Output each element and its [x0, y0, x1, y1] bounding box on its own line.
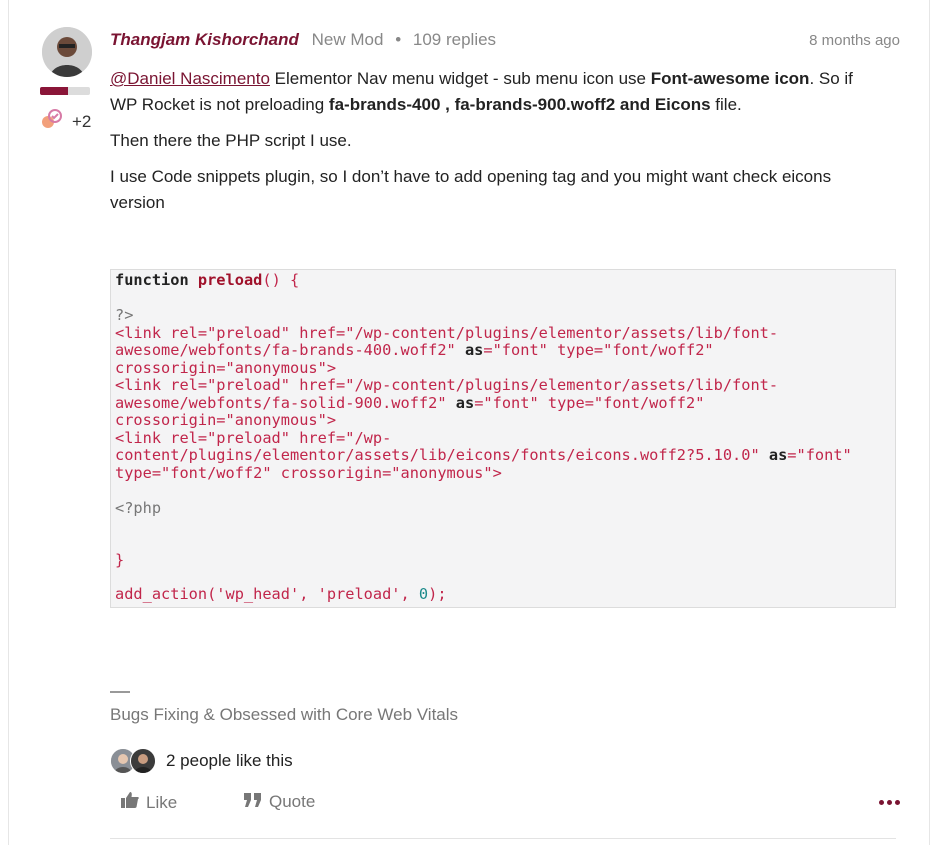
code-token: function: [115, 271, 198, 289]
bold-text: Font-awesome icon: [650, 69, 810, 88]
reputation-fill: [40, 87, 68, 95]
code-token: as: [455, 394, 475, 412]
code-line: ?>: [115, 306, 134, 324]
likes-summary[interactable]: 2 people like this: [110, 748, 293, 774]
code-token: awesome/webfonts/fa-brands-400.woff2": [115, 341, 465, 359]
liker-avatar[interactable]: [130, 748, 156, 774]
post-paragraph: I use Code snippets plugin, so I don’t h…: [110, 167, 832, 212]
code-line: <link rel="preload" href="/wp-content/pl…: [115, 324, 779, 342]
post-actions: Like Quote: [110, 792, 900, 818]
liker-avatars[interactable]: [110, 748, 156, 774]
code-token: ="font": [787, 446, 852, 464]
badges[interactable]: +2: [40, 108, 91, 135]
code-line: type="font/woff2" crossorigin="anonymous…: [115, 464, 502, 482]
reputation-bar: [40, 87, 90, 95]
code-token: awesome/webfonts/fa-solid-900.woff2": [115, 394, 456, 412]
code-line: crossorigin="anonymous">: [115, 411, 337, 429]
divider: [110, 838, 896, 839]
code-line: <link rel="preload" href="/wp-content/pl…: [115, 376, 779, 394]
quote-icon: [244, 792, 262, 812]
code-token: content/plugins/elementor/assets/lib/eic…: [115, 446, 769, 464]
code-line: <link rel="preload" href="/wp-: [115, 429, 392, 447]
code-token: preload: [197, 271, 263, 289]
author-role: New Mod: [311, 30, 384, 49]
code-token: as: [768, 446, 788, 464]
user-mention-link[interactable]: @Daniel Nascimento: [110, 69, 270, 88]
text: Elementor Nav menu widget - sub menu ico…: [269, 69, 651, 88]
post-header: Thangjam Kishorchand New Mod • 109 repli…: [110, 30, 900, 54]
text: file.: [710, 95, 742, 114]
code-block[interactable]: function preload() { ?> <link rel="prelo…: [110, 269, 896, 608]
author-replies-count: 109 replies: [412, 30, 497, 49]
code-token: add_action('wp_head', 'preload',: [115, 585, 419, 603]
bold-text: fa-brands-400 , fa-brands-900.woff2 and …: [328, 95, 711, 114]
like-label: Like: [146, 792, 178, 812]
post-container: +2 Thangjam Kishorchand New Mod • 109 re…: [8, 0, 930, 845]
post-timestamp[interactable]: 8 months ago: [809, 32, 900, 49]
separator-dot: •: [395, 30, 402, 49]
thumbs-up-icon: [121, 792, 139, 813]
code-token: 0: [418, 585, 429, 603]
user-signature: Bugs Fixing & Obsessed with Core Web Vit…: [110, 705, 459, 724]
more-options-button[interactable]: [879, 800, 900, 805]
signature-divider: [110, 691, 130, 693]
code-token: as: [464, 341, 484, 359]
code-token: ="font" type="font/woff2": [474, 394, 705, 412]
badge-icon: [40, 108, 64, 135]
author-avatar[interactable]: [42, 27, 92, 77]
code-token: ="font" type="font/woff2": [483, 341, 714, 359]
code-token: );: [428, 585, 447, 603]
like-button[interactable]: Like: [121, 792, 177, 813]
quote-label: Quote: [269, 792, 316, 811]
post-paragraph: Then there the PHP script I use.: [110, 131, 352, 150]
code-line: <?php: [115, 499, 162, 517]
quote-button[interactable]: Quote: [244, 792, 315, 812]
post-body: @Daniel Nascimento Elementor Nav menu wi…: [110, 66, 880, 226]
code-line: }: [115, 551, 125, 569]
likes-count-text[interactable]: 2 people like this: [166, 751, 293, 771]
author-name[interactable]: Thangjam Kishorchand: [110, 30, 299, 49]
badge-count: +2: [72, 111, 92, 131]
ellipsis-icon: [895, 800, 900, 805]
ellipsis-icon: [887, 800, 892, 805]
code-line: crossorigin="anonymous">: [115, 359, 337, 377]
post-paragraph: @Daniel Nascimento Elementor Nav menu wi…: [110, 66, 880, 118]
ellipsis-icon: [879, 800, 884, 805]
code-token: () {: [262, 271, 300, 289]
